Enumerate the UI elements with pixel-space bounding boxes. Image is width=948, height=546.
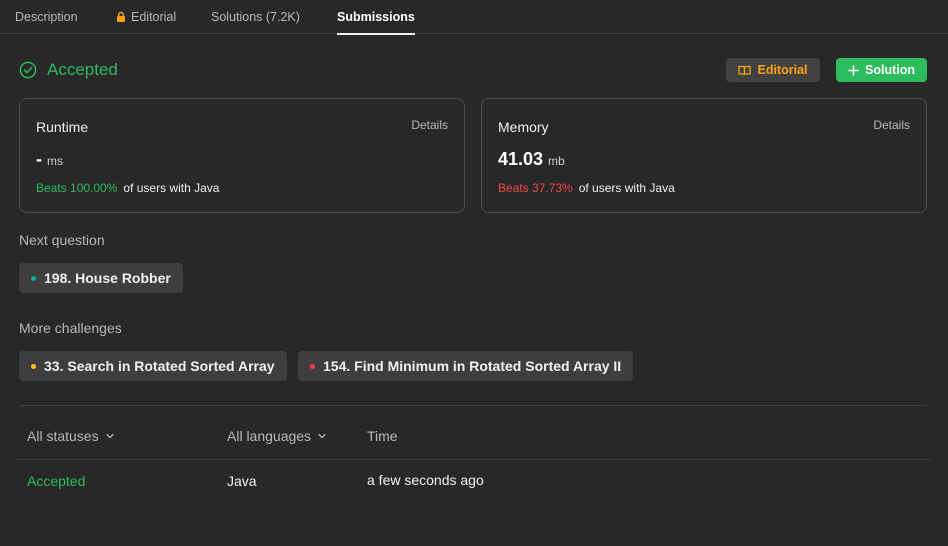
editorial-button-label: Editorial bbox=[757, 63, 808, 77]
chevron-down-icon bbox=[318, 433, 326, 439]
time-header-label: Time bbox=[367, 428, 398, 444]
memory-value: 41.03 bbox=[498, 149, 544, 169]
time-column-header: Time bbox=[367, 428, 398, 444]
challenge-title: 33. Search in Rotated Sorted Array bbox=[44, 358, 275, 374]
runtime-beats-suffix: of users with Java bbox=[123, 181, 220, 195]
row-time: a few seconds ago bbox=[367, 472, 484, 488]
memory-beats-suffix: of users with Java bbox=[578, 181, 675, 195]
runtime-title: Runtime bbox=[36, 119, 89, 135]
memory-beats: Beats 37.73% of users with Java bbox=[498, 181, 675, 195]
editorial-button[interactable]: Editorial bbox=[726, 58, 820, 82]
tab-description[interactable]: Description bbox=[15, 0, 78, 34]
plus-icon bbox=[848, 64, 859, 76]
memory-details-link[interactable]: Details bbox=[873, 118, 910, 132]
memory-card: Memory Details 41.03 mb Beats 37.73% of … bbox=[481, 98, 927, 213]
memory-unit: mb bbox=[548, 154, 565, 168]
tab-solutions[interactable]: Solutions (7.2K) bbox=[211, 0, 300, 34]
challenge-chip[interactable]: 33. Search in Rotated Sorted Array bbox=[19, 351, 287, 381]
difficulty-dot-icon bbox=[31, 363, 36, 369]
challenge-chip[interactable]: 154. Find Minimum in Rotated Sorted Arra… bbox=[298, 351, 634, 381]
runtime-value-row: - ms bbox=[36, 149, 63, 170]
tab-editorial[interactable]: Editorial bbox=[115, 0, 176, 34]
runtime-beats: Beats 100.00% of users with Java bbox=[36, 181, 219, 195]
memory-beats-percent: Beats 37.73% bbox=[498, 181, 573, 195]
difficulty-dot-icon bbox=[310, 363, 315, 369]
memory-value-row: 41.03 mb bbox=[498, 149, 565, 170]
runtime-details-link[interactable]: Details bbox=[411, 118, 448, 132]
check-circle-icon bbox=[19, 61, 37, 79]
challenge-title: 154. Find Minimum in Rotated Sorted Arra… bbox=[323, 358, 622, 374]
next-question-chip[interactable]: 198. House Robber bbox=[19, 263, 183, 293]
tab-bar: Description Editorial Solutions (7.2K) S… bbox=[0, 0, 948, 35]
chevron-down-icon bbox=[105, 433, 114, 439]
solution-button[interactable]: Solution bbox=[836, 58, 927, 82]
language-filter-label: All languages bbox=[227, 428, 312, 444]
next-question-label: Next question bbox=[19, 232, 105, 248]
submission-status: Accepted bbox=[19, 59, 118, 81]
solution-button-label: Solution bbox=[865, 63, 915, 77]
table-header-divider bbox=[15, 459, 931, 460]
tab-label: Solutions (7.2K) bbox=[211, 10, 300, 24]
difficulty-dot-icon bbox=[31, 275, 36, 281]
lock-icon bbox=[117, 11, 125, 22]
status-filter-label: All statuses bbox=[27, 428, 99, 444]
next-question-title: 198. House Robber bbox=[44, 270, 171, 286]
tab-submissions[interactable]: Submissions bbox=[337, 0, 415, 35]
more-challenges-label: More challenges bbox=[19, 320, 122, 336]
runtime-beats-percent: Beats 100.00% bbox=[36, 181, 118, 195]
status-label: Accepted bbox=[47, 60, 118, 79]
row-language: Java bbox=[227, 473, 257, 489]
section-divider bbox=[19, 405, 927, 406]
tab-label: Editorial bbox=[131, 10, 177, 24]
runtime-unit: ms bbox=[47, 154, 63, 168]
row-status[interactable]: Accepted bbox=[27, 473, 85, 489]
status-filter-dropdown[interactable]: All statuses bbox=[27, 428, 115, 444]
language-filter-dropdown[interactable]: All languages bbox=[227, 428, 327, 444]
memory-title: Memory bbox=[498, 119, 549, 135]
runtime-card: Runtime Details - ms Beats 100.00% of us… bbox=[19, 98, 465, 213]
runtime-value: - bbox=[36, 149, 42, 169]
book-icon bbox=[738, 65, 752, 75]
tab-label: Submissions bbox=[337, 10, 415, 24]
tab-label: Description bbox=[15, 10, 78, 24]
